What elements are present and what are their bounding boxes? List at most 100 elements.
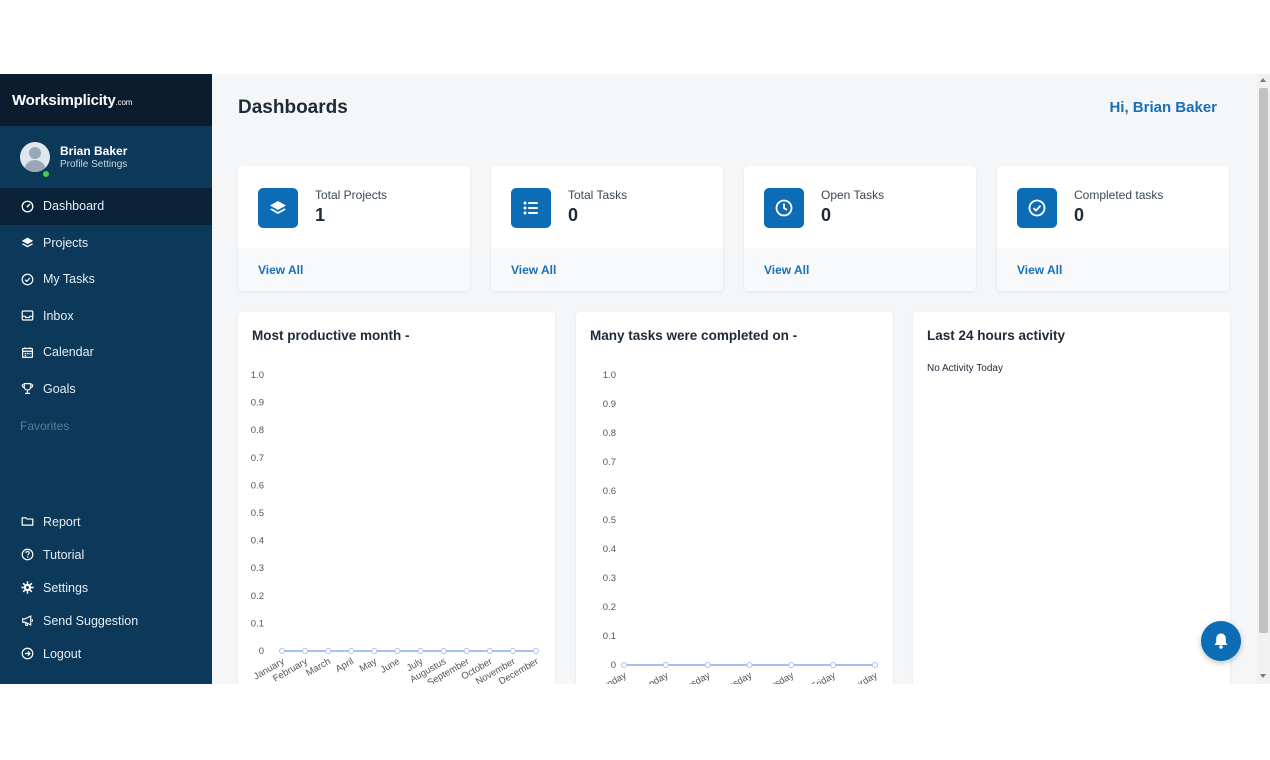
data-point xyxy=(788,662,795,668)
profile-block[interactable]: Brian Baker Profile Settings xyxy=(0,126,212,188)
sidebar: Worksimplicity.com Brian Baker Profile S… xyxy=(0,74,212,684)
stat-card-total-projects: Total Projects 1 View All xyxy=(238,166,470,291)
sidebar-item-label: Logout xyxy=(43,646,82,661)
y-tick-label: 0 xyxy=(611,660,616,671)
scroll-down-arrow-icon[interactable] xyxy=(1260,674,1266,678)
view-all-link[interactable]: View All xyxy=(744,248,976,291)
sidebar-nav: Dashboard Projects My Tasks Inbox Calend… xyxy=(0,188,212,433)
y-tick-label: 0.4 xyxy=(251,536,264,547)
calendar-icon xyxy=(20,345,34,359)
card-label: Total Tasks xyxy=(568,188,628,202)
sidebar-item-report[interactable]: Report xyxy=(0,505,212,538)
list-icon xyxy=(511,188,551,228)
card-label: Open Tasks xyxy=(821,188,885,202)
data-point xyxy=(325,648,332,654)
sidebar-item-label: Report xyxy=(43,514,81,529)
weekday-line-chart: 0 0.1 0.2 0.3 0.4 0.5 0.6 0.7 0.8 0.9 1.0 Sunday Mon… xyxy=(595,370,880,684)
data-point xyxy=(509,648,516,654)
x-tick-label: April xyxy=(334,656,356,675)
brand-name: Worksimplicity.com xyxy=(12,92,132,109)
sidebar-item-settings[interactable]: Settings xyxy=(0,571,212,604)
user-greeting[interactable]: Hi, Brian Baker xyxy=(1109,99,1217,116)
data-point xyxy=(371,648,378,654)
app-window: Worksimplicity.com Brian Baker Profile S… xyxy=(0,74,1270,684)
data-point xyxy=(463,648,470,654)
avatar[interactable] xyxy=(20,142,50,172)
no-activity-message: No Activity Today xyxy=(927,363,1003,374)
page-scrollbar[interactable] xyxy=(1257,74,1270,684)
check-circle-icon xyxy=(20,272,34,286)
data-point xyxy=(394,648,401,654)
y-tick-label: 0.3 xyxy=(603,573,616,584)
y-tick-label: 0.6 xyxy=(251,480,264,491)
x-tick-label: Thursday xyxy=(756,670,796,684)
megaphone-icon xyxy=(20,614,34,628)
x-tick-label: Sunday xyxy=(595,670,629,684)
card-value: 0 xyxy=(1074,205,1085,225)
sidebar-item-label: My Tasks xyxy=(43,272,95,287)
y-tick-label: 0.6 xyxy=(603,486,616,497)
y-tick-label: 0.2 xyxy=(603,602,616,613)
data-point xyxy=(533,648,539,654)
profile-name: Brian Baker xyxy=(60,144,128,158)
data-point xyxy=(621,662,627,668)
data-point xyxy=(830,662,837,668)
view-all-link[interactable]: View All xyxy=(238,248,470,291)
stat-card-total-tasks: Total Tasks 0 View All xyxy=(491,166,723,291)
data-point xyxy=(746,662,753,668)
sidebar-item-label: Tutorial xyxy=(43,547,85,562)
data-point xyxy=(279,648,285,654)
panel-title: Many tasks were completed on - xyxy=(590,328,798,343)
sidebar-item-send-suggestion[interactable]: Send Suggestion xyxy=(0,604,212,637)
sidebar-item-label: Projects xyxy=(43,235,89,250)
sidebar-item-inbox[interactable]: Inbox xyxy=(0,298,212,335)
card-value: 1 xyxy=(315,205,326,225)
trophy-icon xyxy=(20,382,34,396)
x-tick-label: May xyxy=(358,656,379,675)
data-point xyxy=(348,648,355,654)
layers-icon xyxy=(258,188,298,228)
favorites-heading: Favorites xyxy=(20,419,70,433)
x-tick-label: June xyxy=(379,656,402,676)
sidebar-item-dashboard[interactable]: Dashboard xyxy=(0,188,212,225)
y-tick-label: 0.4 xyxy=(603,544,616,555)
avatar-head-shape xyxy=(29,147,41,159)
sidebar-item-calendar[interactable]: Calendar xyxy=(0,334,212,371)
page-title: Dashboards xyxy=(238,97,348,118)
gear-icon xyxy=(20,581,34,595)
question-icon xyxy=(20,548,34,562)
sidebar-item-goals[interactable]: Goals xyxy=(0,371,212,408)
view-all-link[interactable]: View All xyxy=(491,248,723,291)
y-tick-label: 0.9 xyxy=(251,398,264,409)
card-label: Completed tasks xyxy=(1074,188,1164,202)
brand-logo[interactable]: Worksimplicity.com xyxy=(0,74,212,126)
sidebar-item-my-tasks[interactable]: My Tasks xyxy=(0,261,212,298)
card-value: 0 xyxy=(568,205,579,225)
inbox-icon xyxy=(20,309,34,323)
data-point xyxy=(440,648,447,654)
profile-settings-link[interactable]: Profile Settings xyxy=(60,159,127,170)
y-tick-label: 0.8 xyxy=(251,425,264,436)
sidebar-item-label: Settings xyxy=(43,580,89,595)
sidebar-item-projects[interactable]: Projects xyxy=(0,225,212,262)
data-point xyxy=(302,648,309,654)
y-tick-label: 0.1 xyxy=(251,618,264,629)
sidebar-item-label: Send Suggestion xyxy=(43,613,139,628)
weekday-completion-panel: 0 0.1 0.2 0.3 0.4 0.5 0.6 0.7 0.8 0.9 1.0 Sunday Mon… xyxy=(576,312,893,684)
sidebar-item-tutorial[interactable]: Tutorial xyxy=(0,538,212,571)
scroll-thumb[interactable] xyxy=(1259,88,1268,633)
stat-card-completed-tasks: Completed tasks 0 View All xyxy=(997,166,1229,291)
scroll-up-arrow-icon[interactable] xyxy=(1260,78,1266,82)
bell-icon xyxy=(1214,633,1228,649)
x-tick-label: Friday xyxy=(809,670,838,684)
profile-text: Brian Baker Profile Settings xyxy=(60,144,127,170)
x-tick-label: Saturday xyxy=(841,670,880,684)
sidebar-item-logout[interactable]: Logout xyxy=(0,637,212,670)
x-tick-label: Monday xyxy=(636,670,671,684)
view-all-link[interactable]: View All xyxy=(997,248,1229,291)
folder-icon xyxy=(20,515,34,529)
x-tick-label: Wednesday xyxy=(705,670,754,684)
notification-bell-button[interactable] xyxy=(1201,621,1241,661)
y-tick-label: 0 xyxy=(259,646,264,657)
y-tick-label: 0.5 xyxy=(251,508,264,519)
